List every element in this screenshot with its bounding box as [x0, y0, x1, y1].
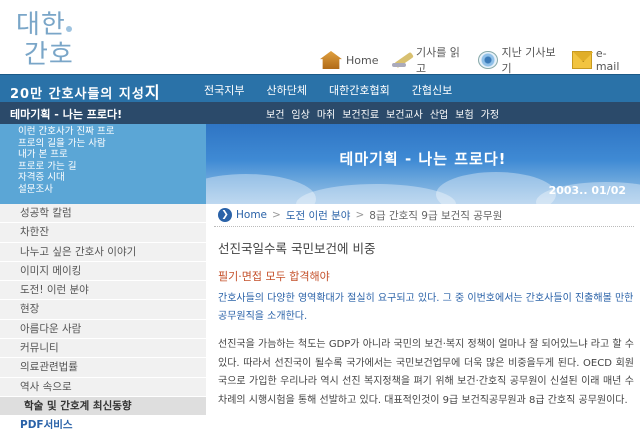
- breadcrumb-current: 8급 간호직 9급 보건직 공무원: [369, 209, 503, 222]
- theme-sub-nav: 이런 간호사가 진짜 프로 프로의 길을 가는 사람 내가 본 프로 프로로 가…: [0, 124, 206, 204]
- article-content: ❯ Home > 도전 이런 분야 > 8급 간호직 9급 보건직 공무원 선진…: [206, 204, 640, 429]
- category-health[interactable]: 보건: [266, 106, 284, 121]
- menu-item-association[interactable]: 대한간호협회: [329, 82, 390, 98]
- theme-link[interactable]: 프로로 가는 길: [18, 161, 206, 173]
- breadcrumb-home[interactable]: Home: [236, 209, 267, 221]
- article-title: 선진국일수록 국민보건에 비중: [218, 241, 376, 256]
- article-intro: 간호사들의 다양한 영역확대가 절실히 요구되고 있다. 그 중 이번호에서는 …: [218, 293, 634, 322]
- category-menu: 보건 임상 마취 보건진료 보건교사 산업 보험 가정: [266, 106, 506, 121]
- article-body: 선진국을 가늠하는 척도는 GDP가 아니라 국민의 보건·복지 정책이 얼마나…: [218, 339, 634, 406]
- category-insurance[interactable]: 보험: [455, 106, 473, 121]
- left-sidebar: 성공학 칼럼 차한잔 나누고 싶은 간호사 이야기 이미지 메이킹 도전! 이런…: [0, 204, 206, 429]
- site-header: 대한 간호 Home 기사를 읽고 지난 기사보기 e-mail: [0, 0, 640, 75]
- topnav-past-articles[interactable]: 지난 기사보기: [477, 44, 558, 76]
- topnav-past-label: 지난 기사보기: [501, 46, 556, 75]
- breadcrumb-separator: >: [272, 209, 281, 221]
- category-health-clinic[interactable]: 보건진료: [342, 106, 379, 121]
- arrow-right-icon: ❯: [218, 208, 232, 222]
- eye-icon: [477, 51, 498, 69]
- theme-link[interactable]: 프로의 길을 가는 사람: [18, 138, 206, 150]
- topnav-home-label: Home: [346, 53, 379, 67]
- theme-link[interactable]: 설문조사: [18, 184, 206, 196]
- top-utility-nav: Home 기사를 읽고 지난 기사보기 e-mail: [320, 46, 640, 75]
- topnav-read-label: 기사를 읽고: [415, 46, 460, 75]
- theme-link[interactable]: 내가 본 프로: [18, 149, 206, 161]
- sidebar-item-community[interactable]: 커뮤니티: [0, 339, 206, 359]
- menu-item-regional-branch[interactable]: 전국지부: [204, 82, 244, 98]
- site-logo[interactable]: 대한 간호: [14, 4, 84, 74]
- menu-item-newspaper[interactable]: 간협신보: [412, 82, 452, 98]
- sidebar-item-nurse-stories[interactable]: 나누고 싶은 간호사 이야기: [0, 242, 206, 262]
- banner-cloud: [296, 184, 456, 204]
- sidebar-item-tea-time[interactable]: 차한잔: [0, 223, 206, 243]
- home-icon: [320, 51, 342, 69]
- article-subtitle: 필기·면접 모두 합격해야: [218, 270, 330, 283]
- breadcrumb: ❯ Home > 도전 이런 분야 > 8급 간호직 9급 보건직 공무원: [218, 206, 502, 224]
- sidebar-item-pdf-service[interactable]: PDF서비스: [0, 416, 206, 429]
- topnav-email[interactable]: e-mail: [572, 47, 626, 73]
- sidebar-item-challenge-field[interactable]: 도전! 이런 분야: [0, 281, 206, 301]
- category-anesthesia[interactable]: 마취: [317, 106, 335, 121]
- pencil-icon: [392, 51, 411, 69]
- slogan-emphasis: 지: [144, 83, 161, 102]
- category-industrial[interactable]: 산업: [430, 106, 448, 121]
- sidebar-item-beautiful-people[interactable]: 아름다운 사람: [0, 319, 206, 340]
- sidebar-item-academic-trends[interactable]: 학술 및 간호계 최신동향: [0, 396, 206, 417]
- banner-date: 2003.. 01/02: [548, 184, 626, 197]
- topnav-home[interactable]: Home: [320, 51, 378, 69]
- sidebar-item-history[interactable]: 역사 속으로: [0, 377, 206, 397]
- category-home[interactable]: 가정: [481, 106, 499, 121]
- sub-menu-bar: 테마기획 - 나는 프로다! 보건 임상 마취 보건진료 보건교사 산업 보험 …: [0, 102, 640, 124]
- breadcrumb-separator: >: [355, 209, 365, 221]
- mail-icon: [572, 51, 592, 69]
- main-menu-bar: 20만 간호사들의 지성지 전국지부 산하단체 대한간호협회 간협신보: [0, 74, 640, 102]
- logo-dot: [66, 26, 72, 32]
- breadcrumb-level1[interactable]: 도전 이런 분야: [286, 208, 351, 223]
- sidebar-item-image-making[interactable]: 이미지 메이킹: [0, 261, 206, 282]
- slogan-text: 20만 간호사들의 지성: [10, 87, 145, 102]
- section-title: 테마기획 - 나는 프로다!: [10, 108, 123, 121]
- sidebar-item-field[interactable]: 현장: [0, 300, 206, 320]
- theme-link[interactable]: 이런 간호사가 진짜 프로: [18, 126, 206, 138]
- banner-title: 테마기획 - 나는 프로다!: [339, 150, 507, 168]
- main-menu: 전국지부 산하단체 대한간호협회 간협신보: [204, 82, 474, 98]
- logo-text-line2: 간호: [24, 40, 74, 70]
- category-school-nurse[interactable]: 보건교사: [386, 106, 423, 121]
- theme-link[interactable]: 자격증 시대: [18, 172, 206, 184]
- site-slogan: 20만 간호사들의 지성지: [10, 79, 161, 103]
- category-clinical[interactable]: 임상: [291, 106, 309, 121]
- menu-item-affiliates[interactable]: 산하단체: [266, 82, 306, 98]
- topnav-read-article[interactable]: 기사를 읽고: [392, 44, 463, 76]
- topnav-email-label: e-mail: [595, 47, 620, 73]
- sidebar-item-medical-law[interactable]: 의료관련법률: [0, 358, 206, 378]
- theme-banner: 테마기획 - 나는 프로다! 2003.. 01/02: [206, 124, 640, 204]
- breadcrumb-divider: [214, 226, 634, 227]
- sidebar-item-success-column[interactable]: 성공학 칼럼: [0, 204, 206, 224]
